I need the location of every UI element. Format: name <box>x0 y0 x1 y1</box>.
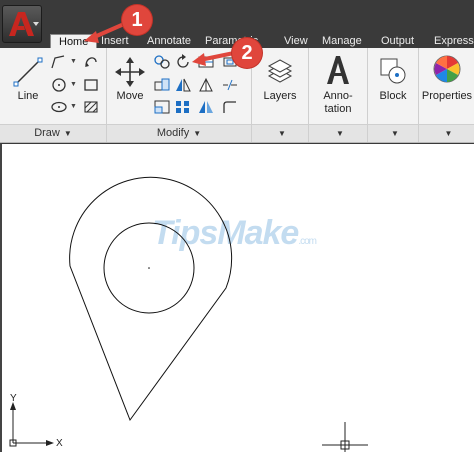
circle-dropdown-caret-icon[interactable]: ▼ <box>70 81 77 88</box>
block-panel-footer[interactable]: ▼ <box>368 124 418 142</box>
fillet-icon <box>199 77 213 92</box>
break-icon <box>223 101 236 113</box>
color-wheel-icon <box>433 55 461 83</box>
annotation-label-line2: tation <box>324 103 352 115</box>
circle-icon <box>52 78 66 92</box>
block-expand-icon[interactable]: ▼ <box>391 129 399 138</box>
mirror-button[interactable] <box>173 76 193 94</box>
application-menu-button[interactable] <box>2 5 42 43</box>
properties-button[interactable] <box>432 54 462 89</box>
properties-panel-footer[interactable]: ▼ <box>419 124 474 142</box>
autocad-logo-icon <box>9 12 39 36</box>
rotate-button[interactable] <box>173 53 193 71</box>
properties-label: Properties <box>421 90 473 102</box>
block-icon <box>380 58 406 84</box>
modify-panel-footer[interactable]: Modify ▼ <box>107 124 251 142</box>
block-button[interactable] <box>378 56 408 91</box>
location-pin-outline[interactable] <box>69 176 233 422</box>
move-icon <box>115 57 145 87</box>
annotation-label: Anno- tation <box>312 90 364 116</box>
scale-icon <box>154 100 170 114</box>
layers-label: Layers <box>263 90 297 102</box>
modify-panel-expand-icon[interactable]: ▼ <box>193 129 201 138</box>
break-button[interactable] <box>220 98 240 116</box>
explode-button[interactable] <box>220 76 240 94</box>
annotation-expand-icon[interactable]: ▼ <box>336 129 344 138</box>
ellipse-button[interactable] <box>49 98 69 116</box>
tab-insert[interactable]: Insert <box>101 34 129 48</box>
drawing-canvas[interactable]: TipsMake.com Y X <box>0 143 474 452</box>
layers-expand-icon[interactable]: ▼ <box>278 129 286 138</box>
callout-badge-2: 2 <box>232 38 262 68</box>
tab-express[interactable]: Express <box>434 34 474 48</box>
tab-manage[interactable]: Manage <box>322 34 362 48</box>
draw-panel-footer[interactable]: Draw ▼ <box>0 124 106 142</box>
line-label: Line <box>17 90 39 102</box>
copy-icon <box>154 55 170 69</box>
explode-icon <box>223 79 237 91</box>
circle-center-point <box>148 267 150 269</box>
ellipse-dropdown-caret-icon[interactable]: ▼ <box>70 103 77 110</box>
join-button[interactable] <box>196 98 216 116</box>
properties-expand-icon[interactable]: ▼ <box>445 129 453 138</box>
fillet-button[interactable] <box>196 76 216 94</box>
mirror-icon <box>176 78 191 92</box>
modify-panel-title: Modify <box>156 127 190 139</box>
crosshair-cursor-icon <box>322 422 368 452</box>
draw-panel-title: Draw <box>34 127 60 139</box>
draw-panel-expand-icon[interactable]: ▼ <box>64 129 72 138</box>
line-tool-button[interactable] <box>12 56 44 93</box>
polyline-icon <box>51 55 65 69</box>
layers-icon <box>267 59 293 83</box>
text-a-icon <box>327 56 349 84</box>
block-label: Block <box>379 90 407 102</box>
rotate-icon <box>177 54 189 68</box>
circle-button[interactable] <box>49 76 69 94</box>
polyline-dropdown-caret-icon[interactable]: ▼ <box>70 58 77 65</box>
annotation-label-line1: Anno- <box>323 90 353 102</box>
annotation-button[interactable] <box>325 54 351 91</box>
ucs-icon <box>9 402 54 447</box>
arc-button[interactable] <box>81 53 101 71</box>
trim-button[interactable] <box>196 53 216 71</box>
polyline-button[interactable] <box>49 53 69 71</box>
tab-home[interactable]: Home <box>50 34 98 49</box>
tab-annotate[interactable]: Annotate <box>147 34 191 48</box>
array-icon <box>176 101 189 113</box>
tab-output[interactable]: Output <box>381 34 414 48</box>
callout-badge-1: 1 <box>122 5 152 35</box>
move-label: Move <box>116 90 144 102</box>
join-icon <box>199 101 213 113</box>
hatch-icon <box>84 101 98 113</box>
copy-button[interactable] <box>152 53 172 71</box>
line-icon <box>13 57 43 87</box>
hatch-button[interactable] <box>81 98 101 116</box>
drawing-geometry <box>9 176 368 452</box>
annotation-panel-footer[interactable]: ▼ <box>309 124 367 142</box>
scale-button[interactable] <box>152 98 172 116</box>
autocad-window: Home Insert Annotate Parametric View Man… <box>0 0 474 452</box>
ucs-x-label: X <box>56 438 63 449</box>
rectangle-icon <box>84 79 98 91</box>
layers-panel-footer[interactable]: ▼ <box>252 124 308 142</box>
arc-icon <box>85 57 97 67</box>
array-button[interactable] <box>173 98 193 116</box>
rectangle-button[interactable] <box>81 76 101 94</box>
move-tool-button[interactable] <box>114 56 146 93</box>
stretch-button[interactable] <box>152 76 172 94</box>
trim-icon <box>198 56 214 68</box>
ellipse-icon <box>51 101 67 113</box>
layers-button[interactable] <box>265 56 295 91</box>
stretch-icon <box>154 78 170 91</box>
tab-view[interactable]: View <box>284 34 308 48</box>
ucs-y-label: Y <box>10 393 17 404</box>
